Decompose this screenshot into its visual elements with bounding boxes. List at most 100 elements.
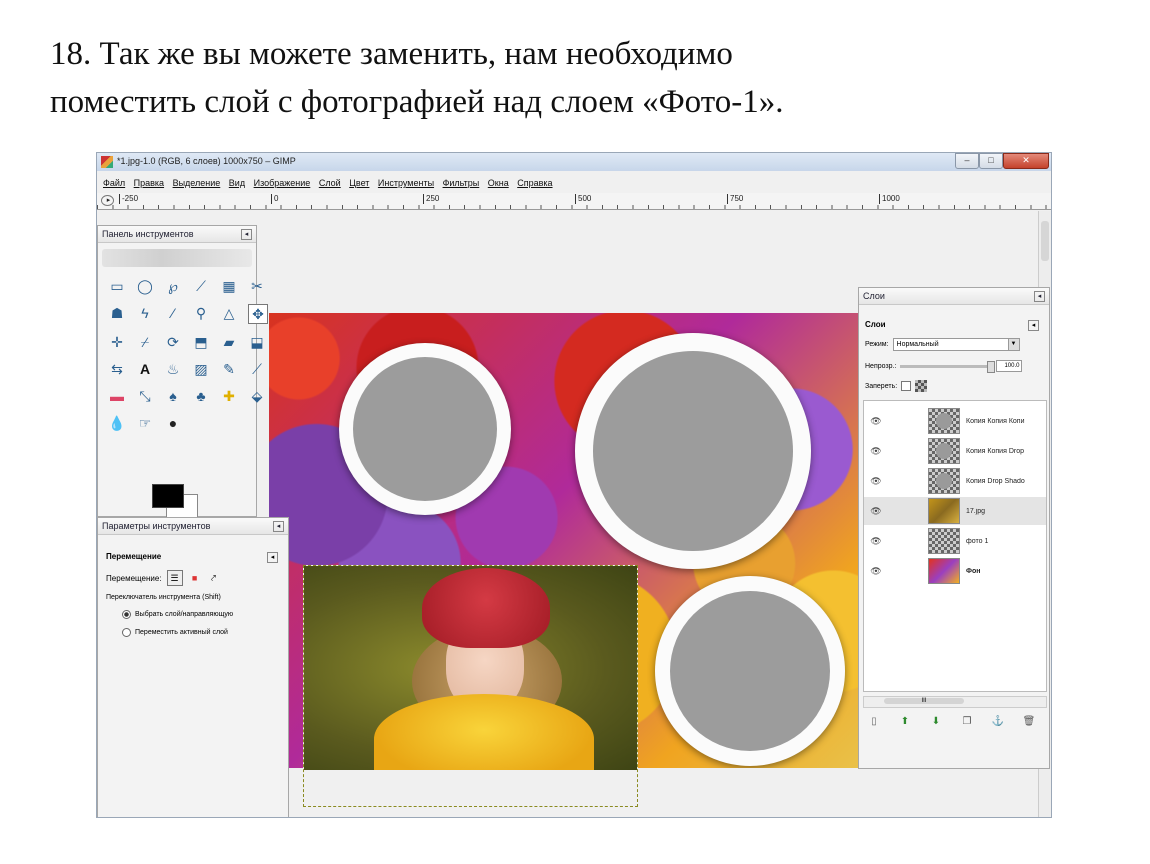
anchor-layer-icon[interactable]: ⚓ (991, 716, 1005, 727)
panel-menu-icon[interactable]: ◂ (273, 521, 284, 532)
move-path-mode-icon[interactable]: ⤤ (207, 571, 221, 585)
scrollbar-thumb[interactable] (1041, 221, 1049, 261)
layers-horizontal-scrollbar[interactable]: III (863, 696, 1047, 708)
color-swatches[interactable] (148, 484, 198, 518)
layer-row[interactable]: 👁 Копия Копия Drop (864, 437, 1046, 465)
minimize-button[interactable]: – (955, 153, 979, 169)
eye-icon[interactable]: 👁 (864, 446, 888, 457)
lock-alpha-icon[interactable] (915, 380, 928, 392)
panel-menu-icon[interactable]: ◂ (1034, 291, 1045, 302)
opacity-slider[interactable] (900, 360, 996, 373)
delete-layer-icon[interactable]: 🗑 (1022, 716, 1036, 727)
duplicate-layer-icon[interactable]: ❐ (960, 716, 974, 727)
ruler-tick: 750 (727, 194, 743, 204)
layer-row[interactable]: 👁 Фон (864, 557, 1046, 585)
navigate-icon[interactable]: ▸ (101, 195, 114, 206)
menu-view[interactable]: Вид (229, 178, 245, 188)
airbrush-icon[interactable]: ⤡ (136, 387, 154, 405)
opacity-value-field[interactable]: 100.0 (996, 360, 1023, 372)
reset-options-icon[interactable]: ◂ (267, 552, 278, 563)
mode-select[interactable]: Нормальный ▼ (892, 338, 1020, 351)
zoom-icon[interactable]: ⚲ (192, 304, 210, 322)
raise-layer-icon[interactable]: ⬆ (898, 716, 912, 727)
move-layer-mode-icon[interactable]: ☰ (166, 570, 183, 586)
layer-thumbnail (928, 558, 960, 584)
radio-button-checked[interactable] (122, 610, 131, 619)
rotate-icon[interactable]: ⟳ (164, 333, 182, 351)
color-select-icon[interactable]: ▦ (220, 277, 238, 295)
layer-row[interactable]: 👁 фото 1 (864, 527, 1046, 555)
slider-handle[interactable] (987, 360, 996, 373)
moved-photo-layer[interactable] (303, 565, 638, 807)
menu-filters[interactable]: Фильтры (443, 178, 480, 188)
menu-layer[interactable]: Слой (319, 178, 341, 188)
clone-icon[interactable]: ♣ (192, 387, 210, 405)
radio-pick-layer[interactable]: Выбрать слой/направляющую (122, 610, 233, 619)
move-selection-mode-icon[interactable]: ■ (188, 571, 202, 585)
blend-icon[interactable]: ▨ (192, 360, 210, 378)
perspective-clone-icon[interactable]: ⬙ (248, 387, 266, 405)
menu-image[interactable]: Изображение (254, 178, 311, 188)
color-picker-icon[interactable]: ⁄ (164, 304, 182, 322)
move-icon[interactable]: ✥ (248, 304, 268, 324)
menu-windows[interactable]: Окна (488, 178, 509, 188)
eye-icon[interactable]: 👁 (864, 536, 888, 547)
ruler-tick: 1000 (879, 194, 900, 204)
rect-select-icon[interactable]: ▭ (108, 277, 126, 295)
radio-move-active-layer[interactable]: Переместить активный слой (122, 628, 228, 637)
maximize-button[interactable]: □ (979, 153, 1003, 169)
eye-icon[interactable]: 👁 (864, 476, 888, 487)
layer-row[interactable]: 👁 Копия Drop Shado (864, 467, 1046, 495)
gimp-app-icon (101, 156, 113, 168)
scale-icon[interactable]: ⬒ (192, 333, 210, 351)
layers-menu-icon[interactable]: ◂ (1028, 320, 1039, 331)
photo-frame-circle (339, 343, 511, 515)
blur-icon[interactable]: 💧 (108, 414, 126, 432)
tool-options-title: Параметры инструментов (102, 521, 211, 531)
radio-button-unchecked[interactable] (122, 628, 131, 637)
paths-icon[interactable]: ϟ (136, 304, 154, 322)
layer-row[interactable]: 👁 Копия Копия Копи (864, 407, 1046, 435)
measure-icon[interactable]: △ (220, 304, 238, 322)
smudge-icon[interactable]: ☞ (136, 414, 154, 432)
menu-help[interactable]: Справка (517, 178, 552, 188)
panel-menu-icon[interactable]: ◂ (241, 229, 252, 240)
menu-select[interactable]: Выделение (173, 178, 221, 188)
foreground-select-icon[interactable]: ☗ (108, 304, 126, 322)
chevron-down-icon[interactable]: ▼ (1007, 339, 1019, 350)
tool-options-header: Параметры инструментов ◂ (98, 518, 288, 535)
lock-pixels-checkbox[interactable] (901, 381, 912, 391)
shear-icon[interactable]: ▰ (220, 333, 238, 351)
perspective-icon[interactable]: ⬓ (248, 333, 266, 351)
scissors-icon[interactable]: ✂ (248, 277, 266, 295)
eraser-icon[interactable]: ▬ (108, 387, 126, 405)
paintbrush-icon[interactable]: ⟋ (248, 360, 266, 378)
menu-file[interactable]: Файл (103, 178, 125, 188)
bucket-fill-icon[interactable]: ♨ (164, 360, 182, 378)
align-icon[interactable]: ✛ (108, 333, 126, 351)
foreground-color-swatch[interactable] (152, 484, 184, 508)
layer-row-selected[interactable]: 👁 17.jpg (864, 497, 1046, 525)
fuzzy-select-icon[interactable]: ⟋ (192, 277, 210, 295)
lasso-icon[interactable]: ℘ (164, 277, 182, 295)
opacity-label: Непрозр.: (865, 362, 897, 370)
scrollbar-thumb[interactable]: III (884, 698, 964, 704)
layers-panel: Слои ◂ Слои ◂ Режим: Нормальный ▼ Непроз… (858, 287, 1050, 769)
flip-icon[interactable]: ⇆ (108, 360, 126, 378)
close-button[interactable]: ✕ (1003, 153, 1049, 169)
lower-layer-icon[interactable]: ⬇ (929, 716, 943, 727)
crop-icon[interactable]: ⌿ (136, 333, 154, 351)
eye-icon[interactable]: 👁 (864, 566, 888, 577)
menu-edit[interactable]: Правка (134, 178, 164, 188)
ink-icon[interactable]: ♠ (164, 387, 182, 405)
text-icon[interactable]: A (136, 360, 154, 378)
heal-icon[interactable]: ✚ (220, 387, 238, 405)
eye-icon[interactable]: 👁 (864, 416, 888, 427)
pencil-icon[interactable]: ✎ (220, 360, 238, 378)
menu-tools[interactable]: Инструменты (378, 178, 434, 188)
new-layer-icon[interactable]: ▯ (867, 716, 881, 727)
menu-color[interactable]: Цвет (349, 178, 369, 188)
dodge-icon[interactable]: ● (164, 414, 182, 432)
ellipse-select-icon[interactable]: ◯ (136, 277, 154, 295)
eye-icon[interactable]: 👁 (864, 506, 888, 517)
